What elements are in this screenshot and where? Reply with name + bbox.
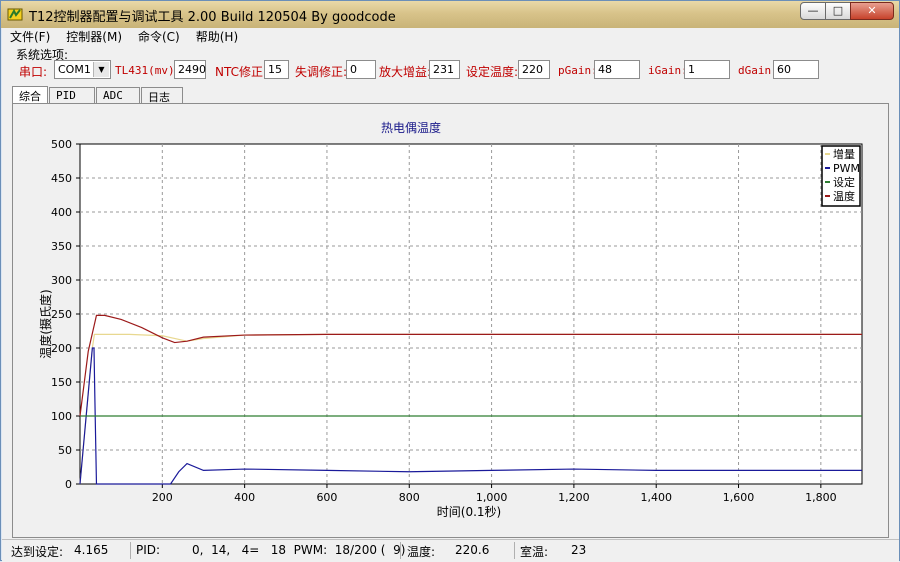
pgain-label: pGain:	[558, 64, 598, 77]
x-tick-label: 200	[152, 491, 173, 504]
close-button[interactable]: ✕	[850, 2, 894, 20]
status-bar: 达到设定: 4.165 PID: 0, 14, 4= 18 PWM: 18/20…	[2, 539, 899, 562]
menu-file[interactable]: 文件(F)	[2, 28, 58, 45]
tab-panel-overview: 0 50 100 150 200 250 300 350 400 450 500 200 400 600 8…	[12, 103, 889, 538]
settemp-label: 设定温度:	[466, 65, 519, 79]
tab-log[interactable]: 日志	[141, 87, 183, 104]
chevron-down-icon[interactable]: ▼	[93, 62, 109, 77]
status-reach-label: 达到设定:	[11, 545, 64, 559]
y-tick-label: 150	[51, 376, 72, 389]
window-title: T12控制器配置与调试工具 2.00 Build 120504 By goodc…	[29, 10, 396, 25]
status-room-value: 23	[571, 543, 587, 557]
x-tick-label: 800	[399, 491, 420, 504]
app-window: T12控制器配置与调试工具 2.00 Build 120504 By goodc…	[0, 0, 900, 562]
tab-overview[interactable]: 综合	[12, 86, 48, 104]
settemp-input[interactable]: 220	[518, 60, 550, 79]
menu-help[interactable]: 帮助(H)	[188, 28, 246, 45]
minimize-button[interactable]: —	[800, 2, 826, 20]
offset-input[interactable]: 0	[346, 60, 376, 79]
x-tick-label: 1,800	[805, 491, 837, 504]
title-bar[interactable]: T12控制器配置与调试工具 2.00 Build 120504 By goodc…	[1, 1, 899, 28]
ntc-label: NTC修正:	[215, 65, 268, 79]
y-tick-label: 500	[51, 138, 72, 151]
y-tick-label: 350	[51, 240, 72, 253]
tab-adc[interactable]: ADC	[96, 87, 140, 104]
system-options-row: 串口: COM1 ▼ TL431(mv) 2490 NTC修正: 15 失调修正…	[2, 60, 899, 80]
legend-label: 设定	[833, 175, 855, 189]
y-tick-label: 200	[51, 342, 72, 355]
port-label: 串口:	[19, 65, 48, 79]
x-tick-label: 400	[234, 491, 255, 504]
port-select[interactable]: COM1 ▼	[54, 60, 111, 79]
legend-label: 增量	[833, 147, 855, 161]
x-tick-label: 1,000	[476, 491, 508, 504]
tl431-input[interactable]: 2490	[174, 60, 206, 79]
legend-label: 温度	[833, 189, 855, 203]
gain-label: 放大增益:	[379, 65, 432, 79]
igain-input[interactable]: 1	[684, 60, 730, 79]
chart-title: 热电偶温度	[381, 120, 441, 135]
menu-command[interactable]: 命令(C)	[130, 28, 188, 45]
x-tick-label: 1,600	[723, 491, 755, 504]
y-axis-label: 温度(摄氏度)	[38, 289, 53, 358]
y-tick-label: 100	[51, 410, 72, 423]
menu-bar: 文件(F) 控制器(M) 命令(C) 帮助(H)	[2, 28, 899, 45]
pgain-input[interactable]: 48	[594, 60, 640, 79]
y-tick-label: 400	[51, 206, 72, 219]
menu-controller[interactable]: 控制器(M)	[58, 28, 130, 45]
status-pid-label: PID:	[136, 543, 161, 557]
gain-input[interactable]: 231	[429, 60, 460, 79]
y-tick-label: 250	[51, 308, 72, 321]
y-tick-label: 450	[51, 172, 72, 185]
status-reach-value: 4.165	[74, 543, 109, 557]
status-divider	[514, 542, 515, 559]
y-tick-label: 300	[51, 274, 72, 287]
ntc-input[interactable]: 15	[264, 60, 289, 79]
maximize-button[interactable]: □	[825, 2, 851, 20]
y-tick-label: 50	[58, 444, 72, 457]
dgain-label: dGain:	[738, 64, 778, 77]
x-tick-label: 1,200	[558, 491, 590, 504]
status-temp-label: 温度:	[407, 545, 436, 559]
temperature-chart: 0 50 100 150 200 250 300 350 400 450 500 200 400 600 8…	[38, 120, 863, 519]
offset-label: 失调修正:	[295, 65, 348, 79]
tl431-label: TL431(mv)	[115, 64, 175, 77]
x-axis-label: 时间(0.1秒)	[437, 505, 501, 519]
x-tick-label: 600	[316, 491, 337, 504]
main-content: 系统选项: 串口: COM1 ▼ TL431(mv) 2490 NTC修正: 1…	[2, 45, 899, 539]
legend-label: PWM	[833, 162, 860, 175]
port-select-value: COM1	[58, 63, 91, 76]
igain-label: iGain:	[648, 64, 688, 77]
x-tick-label: 1,400	[640, 491, 672, 504]
status-temp-value: 220.6	[455, 543, 490, 557]
status-divider	[400, 542, 401, 559]
app-icon	[7, 8, 23, 21]
status-room-label: 室温:	[520, 545, 549, 559]
status-divider	[130, 542, 131, 559]
status-pid-value: 0, 14, 4= 18 PWM: 18/200 ( 9)	[192, 543, 406, 557]
y-tick-label: 0	[65, 478, 72, 491]
dgain-input[interactable]: 60	[773, 60, 819, 79]
tab-pid[interactable]: PID	[49, 87, 95, 104]
